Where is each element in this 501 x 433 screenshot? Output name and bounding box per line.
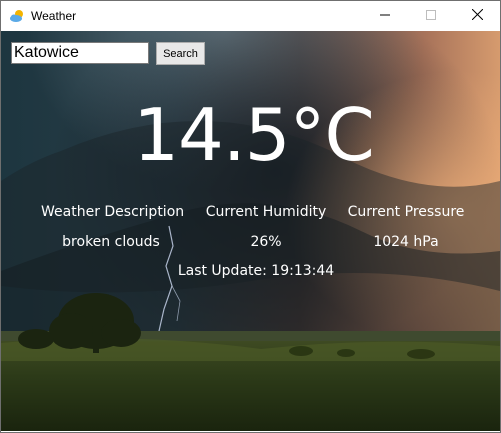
humidity-value: 26% bbox=[250, 234, 282, 250]
close-button[interactable] bbox=[454, 1, 500, 31]
pressure-value: 1024 hPa bbox=[373, 234, 439, 250]
search-button[interactable]: Search bbox=[156, 42, 205, 65]
minimize-icon bbox=[380, 9, 390, 23]
weather-description-value: broken clouds bbox=[62, 234, 160, 250]
title-bar[interactable]: Weather bbox=[1, 1, 500, 31]
close-icon bbox=[471, 8, 483, 23]
maximize-icon bbox=[426, 9, 436, 23]
weather-window: Weather Katowice Search 14.5°C Weather D… bbox=[0, 0, 501, 433]
client-area: Search 14.5°C Weather Description Curren… bbox=[1, 31, 500, 431]
storm-background-image bbox=[1, 31, 500, 431]
last-update-text: Last Update: 19:13:44 bbox=[177, 263, 335, 279]
minimize-button[interactable] bbox=[362, 1, 408, 31]
weather-description-label: Weather Description bbox=[41, 204, 185, 220]
weather-app-icon bbox=[9, 8, 25, 24]
temperature-display: 14.5°C bbox=[133, 93, 375, 177]
maximize-button[interactable] bbox=[408, 1, 454, 31]
pressure-label: Current Pressure bbox=[347, 204, 465, 220]
humidity-label: Current Humidity bbox=[205, 204, 327, 220]
window-title: Weather bbox=[31, 9, 77, 23]
search-input[interactable] bbox=[11, 42, 149, 64]
